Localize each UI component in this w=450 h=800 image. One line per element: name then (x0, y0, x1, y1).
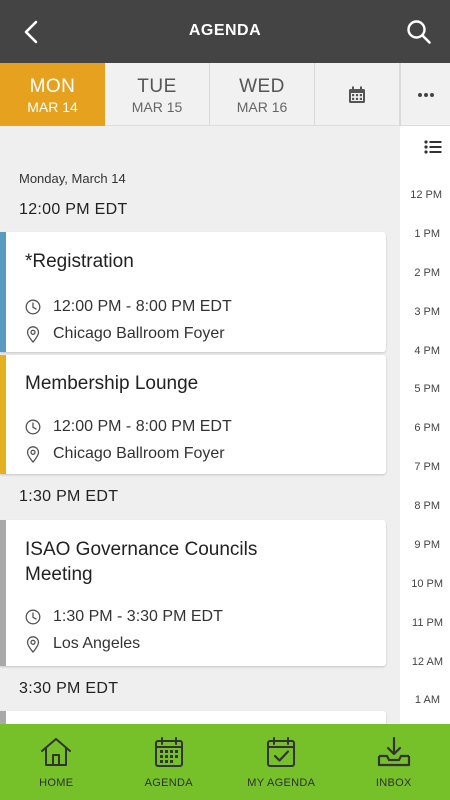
session-location-row: Los Angeles (25, 635, 140, 653)
session-time-row: 12:00 PM - 8:00 PM EDT (25, 298, 232, 316)
timeline-hour[interactable]: 8 PM (414, 500, 440, 512)
tab-day-tue[interactable]: TUE MAR 15 (105, 63, 210, 126)
nav-label: HOME (39, 777, 74, 789)
time-group-heading: 12:00 PM EDT (19, 201, 128, 218)
session-time: 12:00 PM - 8:00 PM EDT (53, 298, 232, 315)
session-time: 12:00 PM - 8:00 PM EDT (53, 418, 232, 435)
track-color-stripe (0, 232, 6, 352)
timeline-hour[interactable]: 6 PM (414, 422, 440, 434)
session-card[interactable]: ISAO Governance Councils Meeting 1:30 PM… (0, 520, 386, 666)
timeline-hour[interactable]: 12 PM (410, 189, 442, 201)
session-location-row: Chicago Ballroom Foyer (25, 445, 225, 463)
session-title: *Registration (25, 251, 134, 272)
inbox-download-icon (377, 736, 410, 767)
location-pin-icon (26, 445, 40, 463)
track-color-stripe (0, 711, 6, 724)
session-card[interactable]: *Registration 12:00 PM - 8:00 PM EDT Chi… (0, 232, 386, 352)
tab-day-label: MON (29, 76, 76, 97)
timeline-hour[interactable]: 5 PM (414, 383, 440, 395)
timeline-hour[interactable]: 10 PM (411, 578, 443, 590)
timeline-hour[interactable]: 9 PM (414, 539, 440, 551)
tab-day-label: TUE (137, 76, 177, 97)
calendar-check-icon (267, 737, 296, 767)
session-location-row: Chicago Ballroom Foyer (25, 325, 225, 343)
timeline-hour[interactable]: 4 PM (414, 345, 440, 357)
timeline-hour[interactable]: 7 PM (414, 461, 440, 473)
nav-agenda[interactable]: AGENDA (113, 724, 226, 800)
session-card[interactable]: Membership Lounge 12:00 PM - 8:00 PM EDT… (0, 355, 386, 474)
calendar-icon (349, 86, 365, 103)
timeline-sidebar[interactable]: 12 PM 1 PM 2 PM 3 PM 4 PM 5 PM 6 PM 7 PM… (400, 126, 450, 724)
location-pin-icon (26, 325, 40, 343)
session-title-line-2: Meeting (25, 564, 93, 585)
tab-day-label: WED (239, 76, 285, 97)
session-location: Chicago Ballroom Foyer (53, 325, 225, 342)
location-pin-icon (26, 635, 40, 653)
track-color-stripe (0, 520, 6, 666)
session-location: Los Angeles (53, 635, 141, 652)
session-card[interactable] (0, 711, 386, 724)
bottom-nav: HOME AGENDA MY AGENDA INBOX (0, 724, 450, 800)
tab-date-label: MAR 15 (131, 99, 183, 115)
nav-label: INBOX (375, 777, 412, 789)
agenda-list[interactable]: Monday, March 14 12:00 PM EDT *Registrat… (0, 126, 400, 724)
nav-my-agenda[interactable]: MY AGENDA (225, 724, 338, 800)
clock-icon (25, 419, 41, 435)
timeline-hour[interactable]: 3 PM (414, 306, 440, 318)
track-color-stripe (0, 355, 6, 474)
session-location: Chicago Ballroom Foyer (53, 445, 225, 462)
clock-icon (25, 299, 41, 315)
home-icon (41, 738, 72, 766)
day-heading: Monday, March 14 (19, 171, 126, 186)
nav-label: AGENDA (144, 777, 193, 789)
session-time-row: 1:30 PM - 3:30 PM EDT (25, 608, 223, 626)
nav-inbox[interactable]: INBOX (338, 724, 450, 800)
session-time: 1:30 PM - 3:30 PM EDT (53, 608, 223, 625)
tab-date-label: MAR 16 (236, 99, 288, 115)
list-view-button[interactable] (424, 139, 442, 160)
timeline-hour[interactable]: 1 PM (414, 228, 440, 240)
list-icon (424, 140, 442, 154)
session-title: Membership Lounge (25, 373, 199, 394)
nav-home[interactable]: HOME (0, 724, 113, 800)
clock-icon (25, 609, 41, 625)
session-title-line-1: ISAO Governance Councils (25, 539, 258, 560)
time-group-heading: 1:30 PM EDT (19, 488, 119, 505)
nav-label: MY AGENDA (247, 777, 316, 789)
timeline-hour[interactable]: 1 AM (415, 694, 440, 706)
day-tabs: MON MAR 14 TUE MAR 15 WED MAR 16 (0, 63, 450, 126)
search-button[interactable] (402, 15, 436, 49)
top-bar: AGENDA (0, 0, 450, 63)
agenda-calendar-icon (154, 737, 183, 767)
timeline-hour[interactable]: 2 PM (414, 267, 440, 279)
search-icon (407, 20, 431, 44)
timeline-hour[interactable]: 11 PM (412, 617, 443, 629)
tab-day-wed[interactable]: WED MAR 16 (210, 63, 315, 126)
session-time-row: 12:00 PM - 8:00 PM EDT (25, 418, 232, 436)
calendar-button[interactable] (315, 63, 400, 126)
time-group-heading: 3:30 PM EDT (19, 680, 119, 697)
page-title: AGENDA (188, 22, 262, 39)
more-options-button[interactable] (400, 63, 450, 126)
tab-day-mon[interactable]: MON MAR 14 (0, 63, 105, 126)
tab-date-label: MAR 14 (27, 99, 78, 115)
more-horizontal-icon (417, 92, 434, 97)
timeline-hour[interactable]: 12 AM (412, 656, 443, 668)
